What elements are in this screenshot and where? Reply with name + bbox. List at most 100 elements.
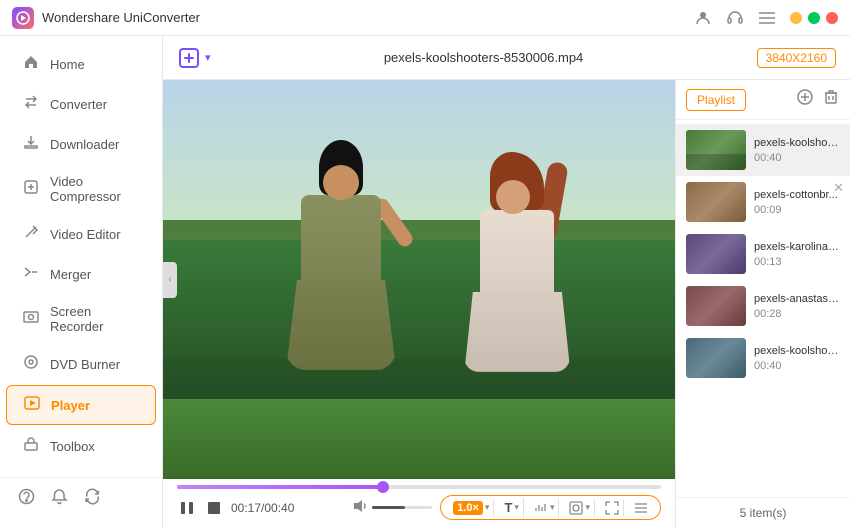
playlist-item-info: pexels-karolina-... 00:13 <box>754 241 840 268</box>
speed-control[interactable]: 1.0× ▾ <box>449 499 494 517</box>
minimize-button[interactable] <box>790 12 802 24</box>
notification-icon[interactable] <box>51 488 68 510</box>
controls-bar: 00:17/00:40 <box>163 489 675 528</box>
speed-chevron-icon: ▾ <box>485 502 490 513</box>
content-area: ▾ pexels-koolshooters-8530006.mp4 3840X2… <box>163 36 850 528</box>
add-to-playlist-button[interactable] <box>796 88 814 111</box>
sidebar-item-converter[interactable]: Converter <box>6 85 156 123</box>
maximize-button[interactable] <box>808 12 820 24</box>
sidebar-label-video-compressor: Video Compressor <box>50 174 140 204</box>
toolbox-icon <box>22 436 40 456</box>
screenshot-control[interactable]: ▾ <box>565 499 595 517</box>
audio-track-control[interactable]: ▾ <box>530 499 560 517</box>
collapse-panel-button[interactable]: ‹ <box>163 262 177 298</box>
fullscreen-button[interactable] <box>601 499 624 517</box>
sidebar-item-player[interactable]: Player <box>6 385 156 425</box>
scene-mid <box>163 240 675 360</box>
app-title: Wondershare UniConverter <box>42 10 694 25</box>
user-icon[interactable] <box>694 9 712 27</box>
playlist-item-name: pexels-koolshoo... <box>754 137 840 149</box>
home-icon <box>22 54 40 74</box>
playlist-tab[interactable]: Playlist <box>686 89 746 111</box>
refresh-icon[interactable] <box>84 488 101 510</box>
playlist-thumb <box>686 338 746 378</box>
sidebar-label-merger: Merger <box>50 267 91 282</box>
font-icon: T <box>504 500 512 515</box>
playlist-item-duration: 00:13 <box>754 256 840 268</box>
figure-left <box>291 140 391 370</box>
editor-icon <box>22 224 40 244</box>
scene-sky <box>163 80 675 220</box>
font-chevron-icon: ▾ <box>514 502 519 513</box>
audio-chevron-icon: ▾ <box>550 502 555 513</box>
playlist-item-duration: 00:09 <box>754 204 840 216</box>
compressor-icon <box>22 179 40 199</box>
screen-recorder-icon <box>22 309 40 329</box>
sidebar-item-screen-recorder[interactable]: Screen Recorder <box>6 295 156 343</box>
dvd-icon <box>22 354 40 374</box>
volume-slider[interactable] <box>372 506 432 509</box>
subtitle-control[interactable]: T ▾ <box>500 498 523 517</box>
close-button[interactable] <box>826 12 838 24</box>
window-buttons <box>790 12 838 24</box>
playlist-item-info: pexels-anastasia... 00:28 <box>754 293 840 320</box>
playlist-item-name: pexels-karolina-... <box>754 241 840 253</box>
sidebar-item-toolbox[interactable]: Toolbox <box>6 427 156 465</box>
sidebar-item-downloader[interactable]: Downloader <box>6 125 156 163</box>
playlist-item[interactable]: pexels-anastasia... 00:28 <box>676 280 850 332</box>
sidebar-label-toolbox: Toolbox <box>50 439 95 454</box>
volume-icon[interactable] <box>352 498 368 517</box>
playlist-item[interactable]: pexels-cottonbr... 00:09 ✕ <box>676 176 850 228</box>
playlist-item[interactable]: pexels-koolshoo... 00:40 <box>676 332 850 384</box>
playlist-item[interactable]: pexels-koolshoo... 00:40 <box>676 124 850 176</box>
sidebar-label-converter: Converter <box>50 97 107 112</box>
filename: pexels-koolshooters-8530006.mp4 <box>221 50 747 65</box>
video-frame: ‹ <box>163 80 675 479</box>
scene-ground <box>163 399 675 479</box>
playlist-items-list: pexels-koolshoo... 00:40 pexels-cottonbr… <box>676 120 850 497</box>
sidebar-item-merger[interactable]: Merger <box>6 255 156 293</box>
main-layout: Home Converter Downloader Video Compress… <box>0 36 850 528</box>
volume-area <box>352 498 432 517</box>
sidebar-item-video-compressor[interactable]: Video Compressor <box>6 165 156 213</box>
playlist-actions <box>796 88 840 111</box>
playlist-item-name: pexels-anastasia... <box>754 293 840 305</box>
playlist-item-name: pexels-koolshoo... <box>754 345 840 357</box>
sidebar-label-screen-recorder: Screen Recorder <box>50 304 140 334</box>
total-time: 00:40 <box>264 501 294 515</box>
sidebar-label-video-editor: Video Editor <box>50 227 121 242</box>
playlist-toggle-button[interactable] <box>630 499 652 517</box>
playlist-panel: Playlist <box>675 80 850 528</box>
playlist-thumb <box>686 286 746 326</box>
playlist-item-info: pexels-koolshoo... 00:40 <box>754 137 840 164</box>
downloader-icon <box>22 134 40 154</box>
figure-right <box>472 152 562 372</box>
playlist-thumb <box>686 234 746 274</box>
app-logo <box>12 7 34 29</box>
speed-badge: 1.0× <box>453 501 483 515</box>
video-container[interactable]: ‹ <box>163 80 675 528</box>
progress-thumb <box>377 481 389 493</box>
delete-from-playlist-button[interactable] <box>822 88 840 111</box>
menu-icon[interactable] <box>758 9 776 27</box>
sidebar-item-video-editor[interactable]: Video Editor <box>6 215 156 253</box>
current-time: 00:17 <box>231 501 261 515</box>
playlist-item-close-button[interactable]: ✕ <box>833 180 844 196</box>
playlist-item-duration: 00:40 <box>754 152 840 164</box>
help-icon[interactable] <box>18 488 35 510</box>
progress-track[interactable] <box>177 485 661 489</box>
play-pause-button[interactable] <box>177 498 197 518</box>
playlist-item-info: pexels-cottonbr... 00:09 <box>754 189 840 216</box>
sidebar-item-home[interactable]: Home <box>6 45 156 83</box>
playlist-item[interactable]: pexels-karolina-... 00:13 <box>676 228 850 280</box>
stop-button[interactable] <box>205 499 223 517</box>
merger-icon <box>22 264 40 284</box>
headset-icon[interactable] <box>726 9 744 27</box>
converter-icon <box>22 94 40 114</box>
titlebar-controls <box>694 9 838 27</box>
add-file-button[interactable]: ▾ <box>177 46 211 70</box>
time-display: 00:17/00:40 <box>231 501 294 515</box>
sidebar: Home Converter Downloader Video Compress… <box>0 36 163 528</box>
playlist-footer: 5 item(s) <box>676 497 850 528</box>
sidebar-item-dvd-burner[interactable]: DVD Burner <box>6 345 156 383</box>
